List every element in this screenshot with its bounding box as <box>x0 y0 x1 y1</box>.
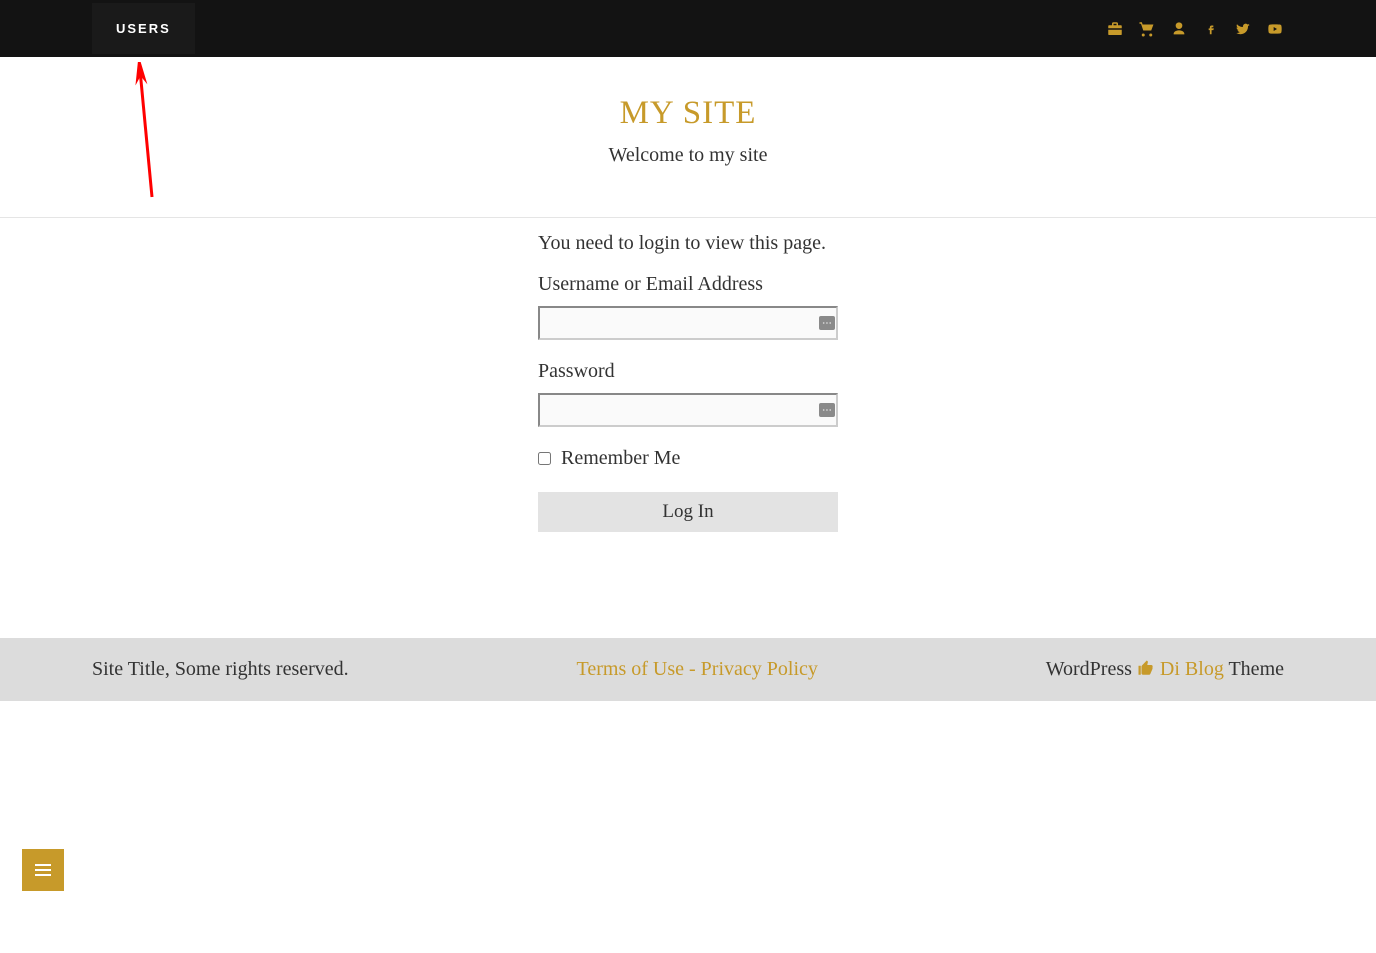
cart-icon[interactable] <box>1138 20 1156 38</box>
topbar-left: USERS <box>92 20 195 38</box>
footer-theme: Theme <box>1228 658 1284 680</box>
briefcase-icon[interactable] <box>1106 20 1124 38</box>
hamburger-icon <box>35 864 51 876</box>
username-input[interactable] <box>538 306 838 340</box>
youtube-icon[interactable] <box>1266 20 1284 38</box>
remember-checkbox[interactable] <box>538 452 551 465</box>
password-manager-icon[interactable] <box>819 403 835 417</box>
footer-center-links[interactable]: Terms of Use - Privacy Policy <box>577 658 818 681</box>
footer-right: WordPress Di Blog Theme <box>1046 658 1284 681</box>
site-header: MY SITE Welcome to my site <box>0 57 1376 218</box>
twitter-icon[interactable] <box>1234 20 1252 38</box>
login-message: You need to login to view this page. <box>538 232 838 255</box>
footer-wordpress: WordPress <box>1046 658 1137 680</box>
main-content: You need to login to view this page. Use… <box>0 218 1376 638</box>
topbar: USERS <box>0 0 1376 57</box>
site-tagline: Welcome to my site <box>0 144 1376 167</box>
user-icon[interactable] <box>1170 20 1188 38</box>
footer: Site Title, Some rights reserved. Terms … <box>0 638 1376 701</box>
login-form: You need to login to view this page. Use… <box>538 232 838 532</box>
site-title[interactable]: MY SITE <box>0 95 1376 132</box>
username-label: Username or Email Address <box>538 273 838 296</box>
password-label: Password <box>538 360 838 383</box>
password-input[interactable] <box>538 393 838 427</box>
login-button[interactable]: Log In <box>538 492 838 532</box>
topbar-right <box>1106 20 1284 38</box>
remember-label: Remember Me <box>561 447 680 470</box>
remember-row: Remember Me <box>538 447 838 470</box>
menu-toggle-button[interactable] <box>22 849 64 891</box>
username-field-wrap <box>538 306 838 340</box>
footer-left: Site Title, Some rights reserved. <box>92 658 349 681</box>
thumbs-up-icon <box>1137 659 1155 677</box>
footer-diblog-link[interactable]: Di Blog <box>1155 658 1229 680</box>
facebook-icon[interactable] <box>1202 20 1220 38</box>
password-manager-icon[interactable] <box>819 316 835 330</box>
nav-users[interactable]: USERS <box>92 3 195 54</box>
password-field-wrap <box>538 393 838 427</box>
